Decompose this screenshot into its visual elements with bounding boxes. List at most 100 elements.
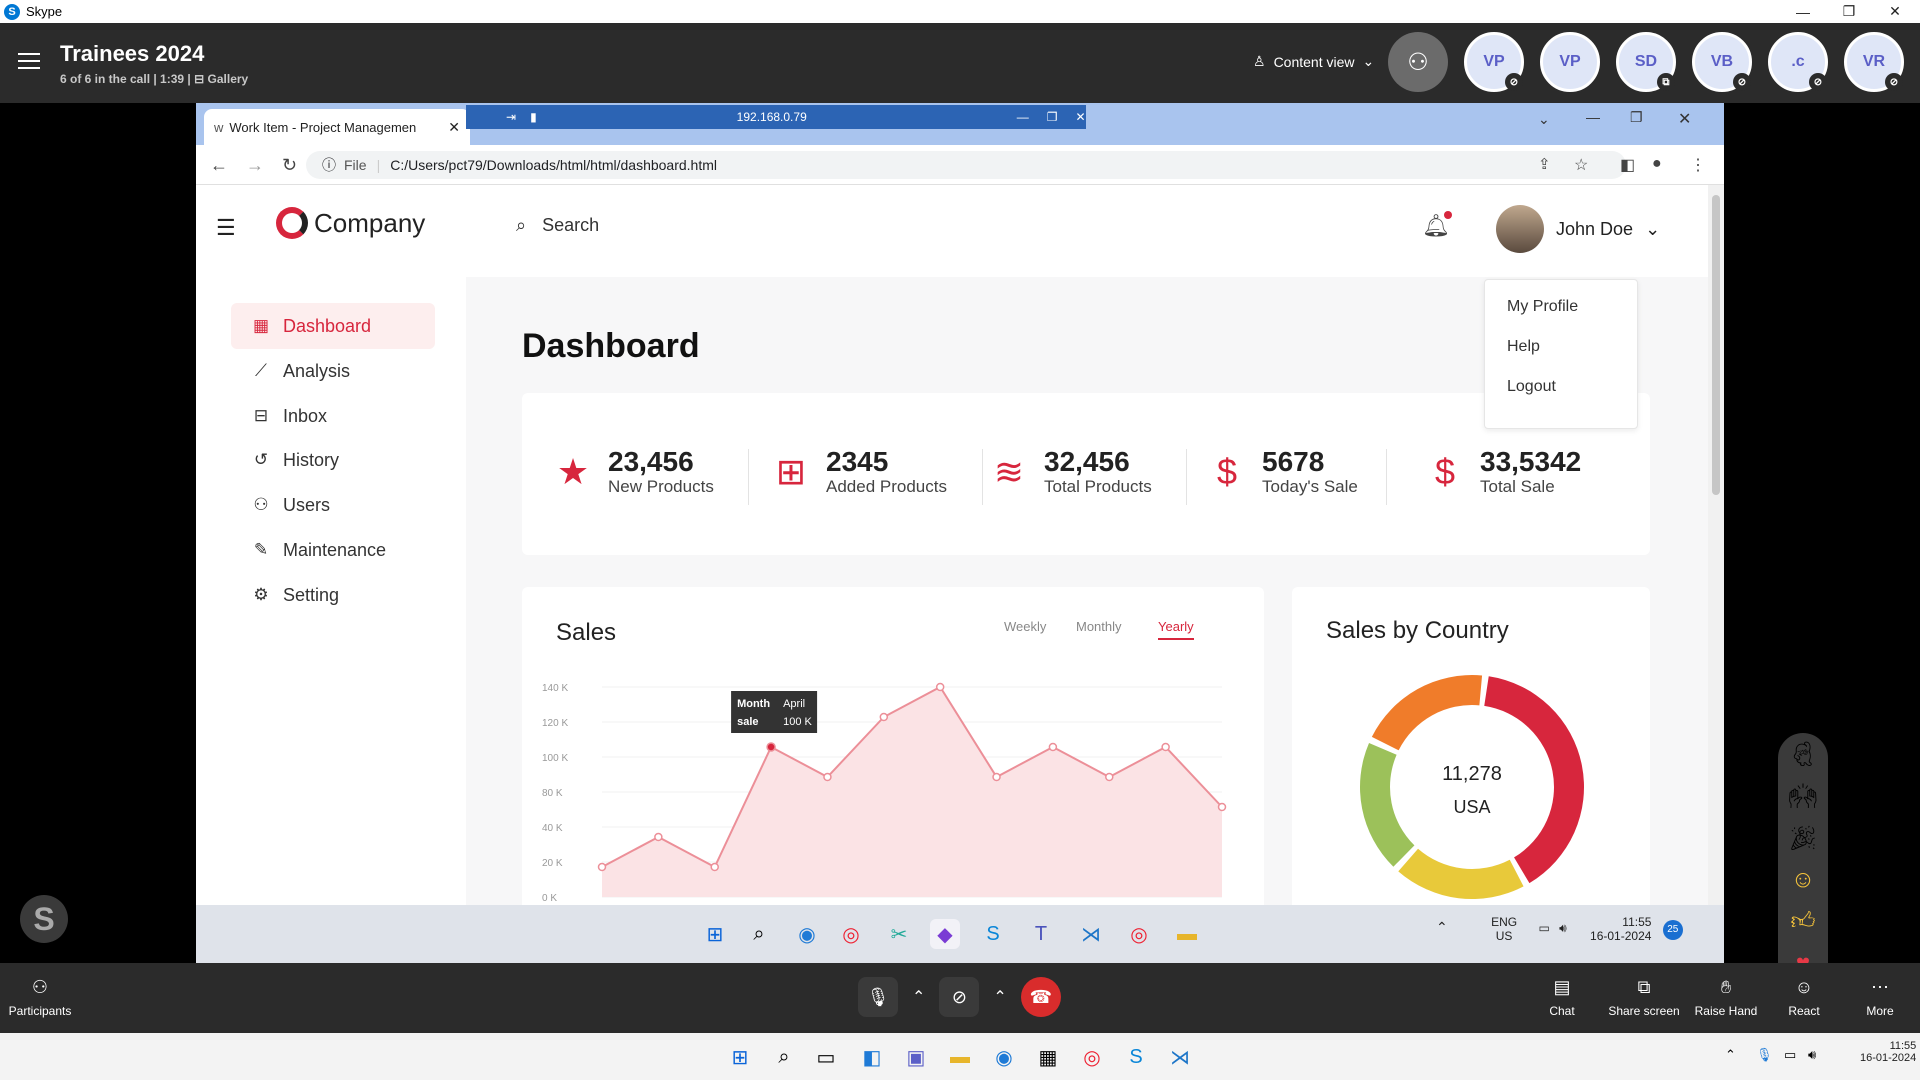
- period-weekly-tab[interactable]: Weekly: [1004, 619, 1046, 634]
- mic-toggle-button[interactable]: 🎙︎: [858, 977, 898, 1017]
- remote-close-icon[interactable]: ✕: [1076, 110, 1086, 124]
- sidebar-item-maintenance[interactable]: ✎ Maintenance: [231, 527, 435, 573]
- participant-avatar[interactable]: VR ⊘: [1844, 32, 1904, 92]
- sales-point[interactable]: [710, 862, 719, 872]
- sidebar-item-users[interactable]: ⚇ Users: [231, 482, 435, 528]
- search-icon[interactable]: ⌕: [744, 919, 774, 949]
- period-monthly-tab[interactable]: Monthly: [1076, 619, 1122, 634]
- vscode-icon[interactable]: ⋊: [1166, 1043, 1194, 1071]
- visual-studio-icon[interactable]: ◆: [930, 919, 960, 949]
- sales-point[interactable]: [992, 772, 1001, 782]
- sidebar-item-analysis[interactable]: ⟋ Analysis: [231, 348, 435, 394]
- sidebar-toggle-icon[interactable]: ☰: [216, 215, 236, 241]
- menu-item-logout[interactable]: Logout: [1507, 378, 1637, 396]
- menu-item-help[interactable]: Help: [1507, 338, 1637, 356]
- forward-icon[interactable]: →: [246, 155, 264, 176]
- windows-start-icon[interactable]: ⊞: [700, 919, 730, 949]
- close-window-button[interactable]: ✕: [1872, 0, 1918, 23]
- browser-restore-icon[interactable]: ❐: [1630, 109, 1643, 126]
- sales-point[interactable]: [766, 742, 776, 752]
- sales-point[interactable]: [1105, 772, 1114, 782]
- sidebar-item-history[interactable]: ↺ History: [231, 437, 435, 483]
- browser-tab[interactable]: w Work Item - Project Managemen ✕: [204, 109, 470, 145]
- info-icon[interactable]: ⓘ: [322, 155, 336, 175]
- file-explorer-icon[interactable]: ▬: [946, 1043, 974, 1071]
- remote-minimize-icon[interactable]: —: [1017, 110, 1029, 124]
- skype-icon[interactable]: S: [1122, 1043, 1150, 1071]
- url-bar[interactable]: ⓘ File | C:/Users/pct79/Downloads/html/h…: [306, 151, 1626, 179]
- user-menu-toggle[interactable]: John Doe ⌄: [1496, 205, 1660, 253]
- chrome-profile-icon[interactable]: ◎: [1124, 919, 1154, 949]
- sales-point[interactable]: [1161, 742, 1170, 752]
- skype-icon[interactable]: S: [978, 919, 1008, 949]
- side-panel-icon[interactable]: ◧: [1620, 155, 1635, 175]
- sidebar-item-inbox[interactable]: ⊟ Inbox: [231, 393, 435, 439]
- skype-floating-icon[interactable]: S: [20, 895, 68, 943]
- sales-point[interactable]: [935, 682, 945, 692]
- browser-close-icon[interactable]: ✕: [1678, 109, 1691, 129]
- profile-icon[interactable]: ●: [1652, 155, 1662, 173]
- celebrate-reaction-icon[interactable]: 🎉︎: [1778, 817, 1828, 859]
- video-toggle-button[interactable]: ⊘: [939, 977, 980, 1017]
- bookmark-star-icon[interactable]: ☆: [1574, 155, 1588, 175]
- sales-point[interactable]: [654, 832, 663, 842]
- teams-icon[interactable]: T: [1026, 919, 1056, 949]
- meet-icon[interactable]: ▣: [902, 1043, 930, 1071]
- chevron-up-icon[interactable]: ⌃: [1725, 1047, 1736, 1063]
- participant-avatar[interactable]: .c ⊘: [1768, 32, 1828, 92]
- search-icon[interactable]: ⌕: [770, 1043, 798, 1071]
- notification-bell-icon[interactable]: 🔔︎: [1422, 211, 1452, 239]
- chrome-icon[interactable]: ◎: [1078, 1043, 1106, 1071]
- tab-search-icon[interactable]: ⌄: [1538, 111, 1550, 128]
- file-explorer-icon[interactable]: ▬: [1172, 919, 1202, 949]
- more-button[interactable]: ⋯ More: [1840, 977, 1920, 1018]
- close-tab-icon[interactable]: ✕: [448, 119, 460, 136]
- clock[interactable]: 11:55 16-01-2024: [1590, 915, 1651, 943]
- period-yearly-tab[interactable]: Yearly: [1158, 619, 1194, 640]
- participant-avatar[interactable]: VP ⊘: [1464, 32, 1524, 92]
- network-icon[interactable]: ▭: [1784, 1047, 1796, 1063]
- volume-icon[interactable]: 🔊︎: [1559, 921, 1567, 935]
- search-box[interactable]: ⌕ Search: [516, 215, 599, 236]
- pin-icon[interactable]: ⇥: [506, 110, 516, 124]
- sales-point[interactable]: [879, 712, 889, 722]
- widgets-icon[interactable]: ◧: [858, 1043, 886, 1071]
- search-input[interactable]: Search: [542, 215, 599, 236]
- thumbs-up-reaction-icon[interactable]: 👍︎: [1778, 901, 1828, 943]
- sidebar-item-dashboard[interactable]: ▦ Dashboard: [231, 303, 435, 349]
- vscode-icon[interactable]: ⋊: [1076, 919, 1106, 949]
- participants-button[interactable]: ⚇ Participants: [0, 977, 80, 1018]
- chat-button[interactable]: ▤ Chat: [1522, 977, 1602, 1018]
- smile-reaction-icon[interactable]: ☺: [1778, 859, 1828, 901]
- react-button[interactable]: ☺ React: [1764, 977, 1844, 1018]
- share-screen-button[interactable]: ⧉ Share screen: [1604, 977, 1684, 1018]
- sales-point[interactable]: [823, 772, 832, 782]
- reload-icon[interactable]: ↻: [282, 155, 297, 176]
- raise-hand-button[interactable]: ✋︎ Raise Hand: [1686, 977, 1766, 1018]
- content-view-button[interactable]: ♙ Content view ⌄: [1253, 53, 1374, 70]
- store-icon[interactable]: ▦: [1034, 1043, 1062, 1071]
- participant-avatar[interactable]: VP: [1540, 32, 1600, 92]
- snipping-tool-icon[interactable]: ✂: [884, 919, 914, 949]
- network-icon[interactable]: ▭: [1538, 921, 1549, 935]
- edge-icon[interactable]: ◉: [792, 919, 822, 949]
- edge-icon[interactable]: ◉: [990, 1043, 1018, 1071]
- kebab-menu-icon[interactable]: ⋮: [1690, 155, 1706, 175]
- menu-item-my-profile[interactable]: My Profile: [1507, 298, 1637, 316]
- chrome-icon[interactable]: ◎: [836, 919, 866, 949]
- task-view-icon[interactable]: ▭: [812, 1043, 840, 1071]
- clock[interactable]: 11:55 16-01-2024: [1860, 1040, 1916, 1064]
- chevron-up-icon[interactable]: ⌃: [1436, 919, 1448, 935]
- volume-icon[interactable]: 🔊︎: [1808, 1047, 1816, 1063]
- video-options-chevron-icon[interactable]: ⌃: [993, 987, 1006, 1007]
- donut-slice[interactable]: [1371, 675, 1483, 751]
- sales-point[interactable]: [1048, 742, 1058, 752]
- windows-start-icon[interactable]: ⊞: [726, 1043, 754, 1071]
- browser-minimize-icon[interactable]: —: [1586, 109, 1600, 125]
- cheer-reaction-icon[interactable]: 🙌︎: [1778, 775, 1828, 817]
- page-scrollbar[interactable]: [1708, 185, 1724, 905]
- add-participant-button[interactable]: ⚇: [1388, 32, 1448, 92]
- participant-avatar[interactable]: SD ⧉: [1616, 32, 1676, 92]
- restore-button[interactable]: ❐: [1826, 0, 1872, 23]
- participant-avatar[interactable]: VB ⊘: [1692, 32, 1752, 92]
